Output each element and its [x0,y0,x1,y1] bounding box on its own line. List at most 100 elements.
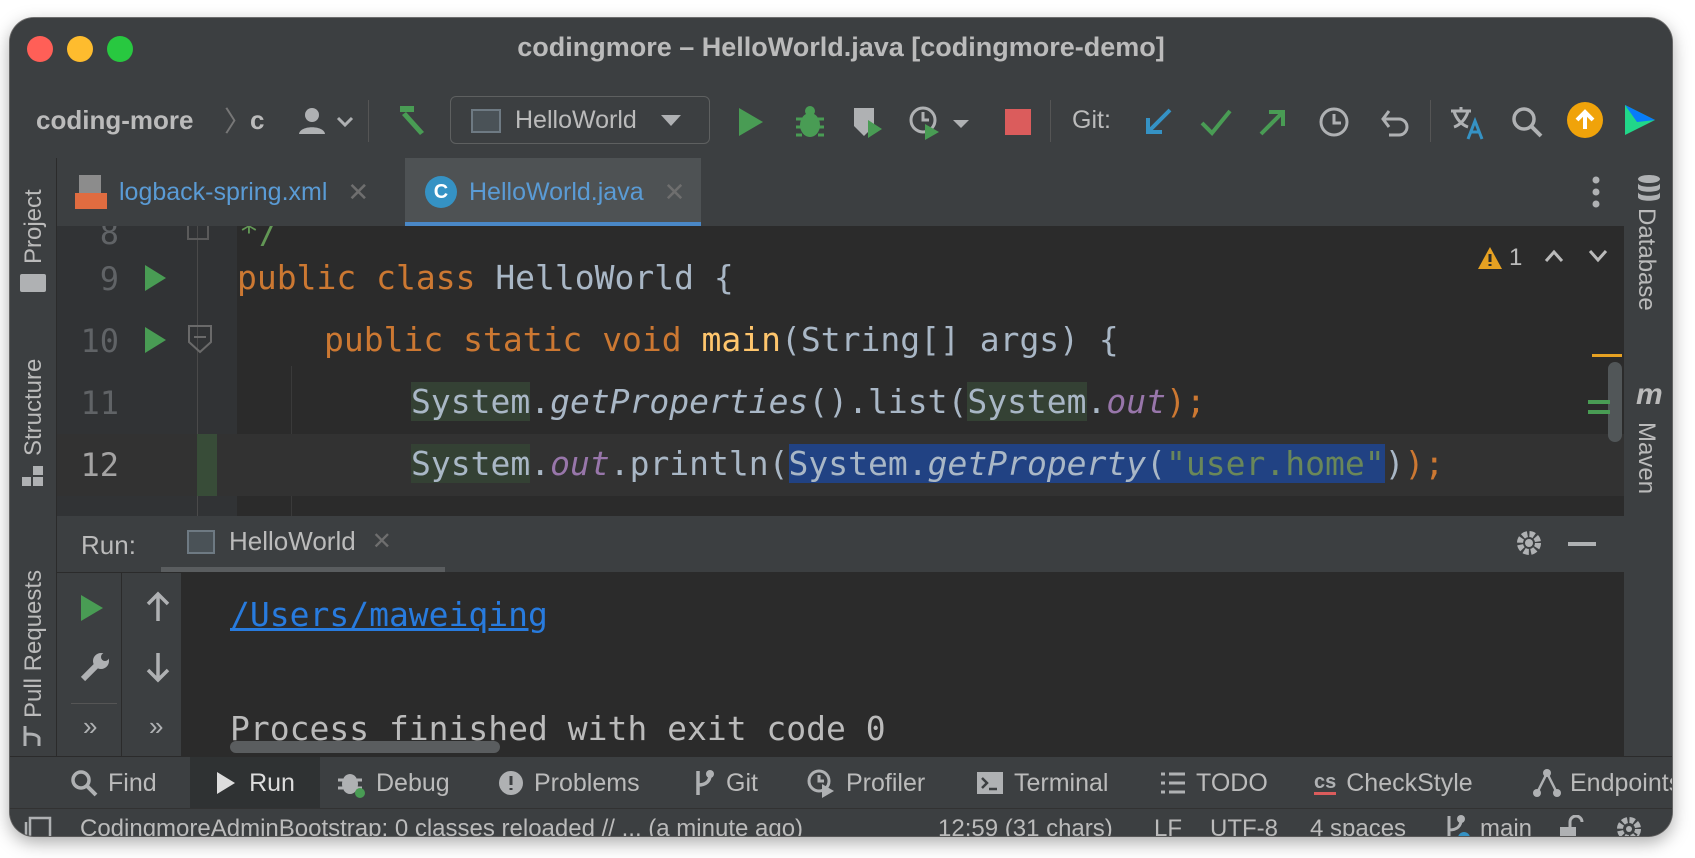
tool-window-bar: Find Run Debug Problems Git Profiler Ter… [10,756,1672,809]
stop-icon [1005,109,1031,135]
run-tab-helloworld[interactable]: HelloWorld ✕ [161,516,445,572]
rollback-icon[interactable] [1374,102,1414,142]
tab-label: logback-spring.xml [119,177,328,206]
alert-icon [499,771,523,795]
wrench-icon[interactable] [79,651,111,688]
git-label-text: Git: [1072,105,1111,134]
run-button[interactable] [730,102,770,142]
git-label: Git: [1072,102,1111,138]
git-branch-icon [1447,815,1470,836]
breadcrumb-separator-icon: 〉 [224,106,253,137]
run-gutter-icon[interactable] [143,326,167,359]
code-line: 9 public class HelloWorld { [57,248,1624,310]
user-icon[interactable] [292,104,362,138]
editor-tabs: logback-spring.xml ✕ C HelloWorld.java ✕ [57,158,1624,226]
debug-tool-label: Debug [376,768,450,797]
fold-icon[interactable] [187,226,209,240]
arrow-up-icon[interactable] [145,591,171,628]
more-actions-icon[interactable]: » [83,711,97,742]
update-icon[interactable] [1565,100,1605,140]
breadcrumb-next[interactable]: c [250,102,264,138]
folder-icon [20,274,46,292]
indent-setting[interactable]: 4 spaces [1310,809,1406,836]
run-tab-label: HelloWorld [229,526,356,556]
close-tab-icon[interactable]: ✕ [372,527,392,556]
status-message[interactable]: CodingmoreAdminBootstrap: 0 classes relo… [80,809,803,836]
line-number: 12 [80,446,119,484]
toggle-tool-windows-icon[interactable] [24,809,52,836]
run-configuration-select[interactable]: HelloWorld [450,96,710,144]
translate-icon[interactable] [1447,102,1487,142]
run-panel-label: Run: [81,530,136,560]
maven-tool-label: Maven [1633,422,1660,495]
build-hammer-icon[interactable] [390,100,430,140]
change-marker [197,434,217,496]
search-everywhere-icon[interactable] [1507,102,1547,142]
problems-tool-button[interactable]: Problems [498,757,640,809]
todo-tool-button[interactable]: TODO [1160,757,1268,809]
close-tab-icon[interactable]: ✕ [347,177,369,208]
profiler-button[interactable] [905,102,973,142]
title-bar: codingmore – HelloWorld.java [codingmore… [10,18,1672,82]
horizontal-scrollbar[interactable] [230,741,500,753]
find-tool-button[interactable]: Find [70,757,157,809]
run-tool-button[interactable]: Run [190,757,320,809]
terminal-tool-button[interactable]: Terminal [976,757,1108,809]
code-editor[interactable]: 8 */ 9 public class HelloWorld { 10 publ… [57,226,1624,516]
find-tool-label: Find [108,768,157,797]
console-output[interactable]: /Users/maweiqing Process finished with e… [182,573,1624,756]
more-tabs-icon[interactable] [1592,176,1600,208]
java-class-icon: C [425,176,457,208]
more-actions-icon[interactable]: » [149,711,163,742]
settings-icon[interactable] [1614,809,1648,836]
pull-requests-tool-label: Pull Requests [20,569,47,718]
tab-label: HelloWorld.java [469,177,644,206]
fold-icon[interactable] [187,324,213,354]
close-tab-icon[interactable]: ✕ [664,177,686,208]
lock-icon[interactable] [1558,809,1586,836]
debug-button[interactable] [790,102,830,142]
tab-helloworld-java[interactable]: C HelloWorld.java ✕ [405,158,701,226]
git-update-icon[interactable] [1138,102,1178,142]
pull-requests-tool-button[interactable]: Pull Requests [10,528,56,748]
code-text: public static void main(String[] args) { [324,320,1119,359]
project-tool-button[interactable]: Project [10,166,56,306]
file-encoding[interactable]: UTF-8 [1210,809,1278,836]
line-separator[interactable]: LF [1154,809,1182,836]
minimize-panel-icon[interactable] [1568,542,1596,546]
maven-tool-button[interactable]: m Maven [1624,378,1672,528]
warning-count: 1 [1509,244,1523,271]
endpoints-tool-button[interactable]: Endpoints [1532,757,1672,809]
git-tool-button[interactable]: Git [692,757,758,809]
chevron-up-icon[interactable] [1544,249,1564,268]
database-tool-button[interactable]: Database [1624,168,1672,328]
profiler-tool-button[interactable]: Profiler [806,757,925,809]
history-icon[interactable] [1314,102,1354,142]
rerun-icon[interactable] [79,593,105,628]
line-number: 9 [99,260,119,298]
run-with-coverage-button[interactable] [848,102,888,142]
git-push-icon[interactable] [1253,102,1293,142]
gear-icon[interactable] [1514,528,1544,563]
project-tool-label: Project [20,189,47,264]
git-branch-widget[interactable]: main [1442,809,1532,836]
code-line: 10 public static void main(String[] args… [57,310,1624,372]
code-with-me-icon[interactable] [1620,100,1660,140]
code-text: System.out.println(System.getProperty("u… [411,444,1445,483]
pull-request-icon [21,724,45,748]
run-gutter-icon[interactable] [143,264,167,297]
checkstyle-tool-button[interactable]: cs CheckStyle [1314,757,1473,809]
output-link[interactable]: /Users/maweiqing [230,595,548,634]
run-tool-window: Run: HelloWorld ✕ » » /Users/maweiqing P… [57,516,1624,756]
git-commit-icon[interactable] [1196,102,1236,142]
tab-logback-spring-xml[interactable]: logback-spring.xml ✕ [75,158,405,226]
checkstyle-icon: cs [1314,770,1337,795]
main-toolbar: coding-more 〉 c HelloWorld Git: [10,82,1672,159]
arrow-down-icon[interactable] [145,651,171,688]
caret-position[interactable]: 12:59 (31 chars) [938,809,1113,836]
debug-tool-button[interactable]: Debug [336,757,450,809]
breadcrumb-project[interactable]: coding-more [36,102,193,138]
run-actions-column: » » [57,573,182,756]
structure-tool-button[interactable]: Structure [10,338,56,488]
stop-button[interactable] [998,102,1038,142]
